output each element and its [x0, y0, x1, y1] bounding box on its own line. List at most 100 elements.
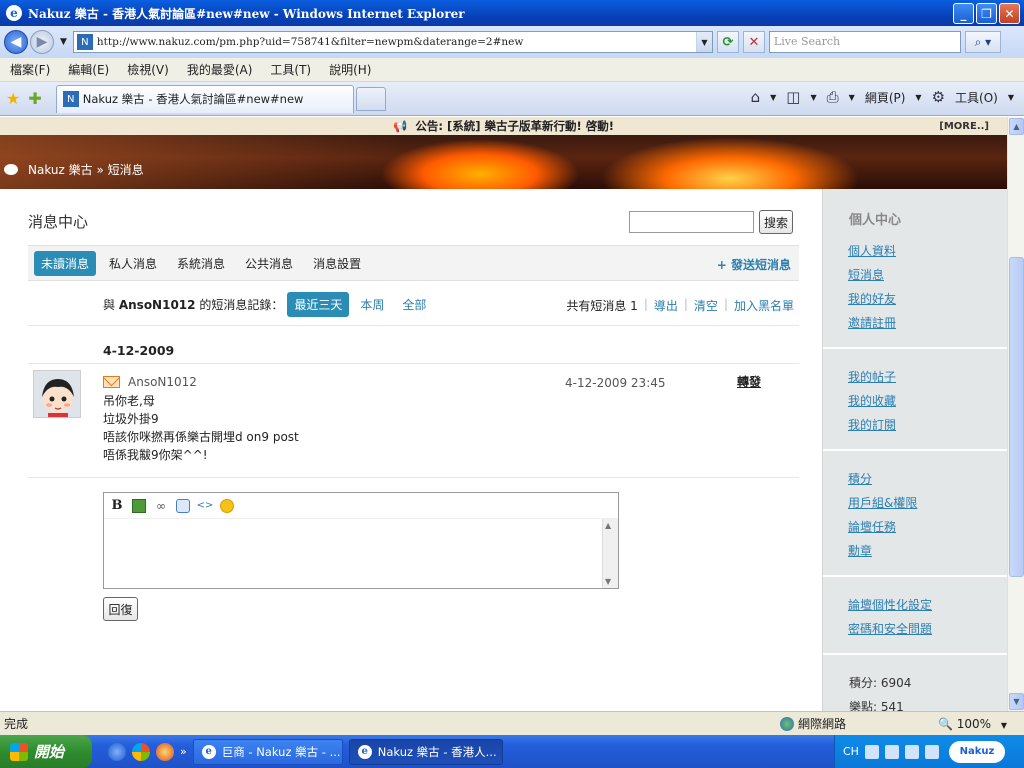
tray-arrow-icon[interactable] — [884, 744, 899, 759]
favorites-star-icon[interactable]: ★ — [6, 89, 20, 108]
page-scrollbar[interactable]: ▲ ▼ — [1007, 117, 1024, 711]
range-all[interactable]: 全部 — [395, 292, 433, 317]
message-sender: AnsoN1012 — [103, 375, 197, 389]
app-quicklaunch-icon[interactable] — [156, 742, 174, 761]
address-field[interactable]: N http://www.nakuz.com/pm.php?uid=758741… — [72, 31, 713, 53]
sidebar-item-personalize[interactable]: 論壇個性化設定 — [848, 596, 932, 613]
link-icon[interactable]: ∞ — [154, 499, 168, 513]
ie-quicklaunch-icon[interactable] — [108, 742, 126, 761]
quote-icon[interactable] — [176, 498, 190, 513]
sidebar-item-profile[interactable]: 個人資料 — [848, 242, 896, 259]
tab-system[interactable]: 系統消息 — [170, 251, 232, 276]
scroll-down-icon[interactable]: ▼ — [605, 577, 611, 586]
home-icon[interactable]: ⌂ — [751, 88, 761, 106]
forward-button[interactable]: ▶ — [30, 30, 54, 54]
start-label: 開始 — [34, 743, 65, 761]
menu-edit[interactable]: 編輯(E) — [68, 61, 109, 78]
refresh-button[interactable]: ⟳ — [716, 31, 739, 53]
smiley-icon[interactable] — [220, 498, 234, 513]
home-dropdown-icon[interactable]: ▼ — [770, 93, 776, 102]
search-go-button[interactable]: ⌕ ▾ — [964, 31, 1001, 53]
editor-scrollbar[interactable]: ▲ ▼ — [602, 519, 618, 588]
sidebar-item-usergroup[interactable]: 用戶組&權限 — [848, 494, 917, 511]
start-button[interactable]: 開始 — [0, 735, 92, 768]
tab-unread[interactable]: 未讀消息 — [34, 250, 97, 276]
keyboard-icon[interactable] — [864, 744, 879, 759]
tab-nakuz[interactable]: N Nakuz 樂古 - 香港人氣討論區#new#new — [55, 84, 354, 113]
restore-button[interactable]: ❐ — [976, 3, 997, 24]
range-this-week[interactable]: 本周 — [353, 292, 391, 317]
sidebar-item-medals[interactable]: 勳章 — [848, 542, 872, 559]
tools-dropdown-icon[interactable]: ▼ — [1008, 93, 1014, 102]
page-menu[interactable]: 網頁(P) — [865, 89, 906, 106]
code-icon[interactable]: <> — [197, 499, 214, 513]
gear-icon[interactable]: ⚙ — [932, 88, 945, 106]
pm-search-button[interactable]: 搜索 — [759, 210, 793, 234]
feeds-icon[interactable]: ◫ — [786, 88, 800, 106]
scroll-up-icon[interactable]: ▲ — [1009, 118, 1024, 135]
taskbar-item-2[interactable]: e Nakuz 樂古 - 香港人... — [348, 738, 503, 765]
tab-private[interactable]: 私人消息 — [102, 251, 164, 276]
menu-tools[interactable]: 工具(T) — [270, 61, 311, 78]
stop-button[interactable]: ✕ — [742, 31, 765, 53]
reply-textarea[interactable] — [104, 519, 602, 588]
insert-image-icon[interactable] — [132, 498, 146, 513]
windows-quicklaunch-icon[interactable] — [132, 742, 150, 761]
tab-public[interactable]: 公共消息 — [238, 251, 300, 276]
address-dropdown-icon[interactable]: ▼ — [695, 32, 712, 52]
announcement-more-link[interactable]: [MORE..] — [939, 121, 989, 132]
sidebar-item-my-posts[interactable]: 我的帖子 — [848, 368, 896, 385]
menu-file[interactable]: 檔案(F) — [10, 61, 50, 78]
scroll-thumb[interactable] — [1009, 257, 1024, 577]
zoom-level[interactable]: 100% — [957, 717, 991, 731]
send-pm-link[interactable]: + 發送短消息 — [717, 256, 791, 273]
zoom-dropdown-icon[interactable]: ▼ — [1001, 721, 1007, 730]
new-tab-button[interactable] — [355, 86, 386, 111]
blacklist-link[interactable]: 加入黑名單 — [734, 297, 794, 314]
sidebar-item-pm[interactable]: 短消息 — [848, 266, 884, 283]
tab-title: Nakuz 樂古 - 香港人氣討論區#new#new — [82, 92, 304, 106]
breadcrumb-text[interactable]: Nakuz 樂古 » 短消息 — [28, 161, 144, 178]
language-indicator[interactable]: CH — [843, 745, 859, 758]
avatar[interactable] — [33, 370, 81, 418]
back-button[interactable]: ◀ — [4, 30, 28, 54]
reply-button[interactable]: 回復 — [103, 597, 138, 621]
forward-link[interactable]: 轉發 — [737, 373, 761, 390]
announcement-text[interactable]: 公告: [系統] 樂古子版革新行動! 啓動! — [415, 118, 614, 134]
quicklaunch-more-icon[interactable]: » — [180, 745, 187, 758]
feeds-dropdown-icon[interactable]: ▼ — [810, 93, 816, 102]
tools-menu[interactable]: 工具(O) — [955, 89, 998, 106]
network-icon[interactable] — [924, 744, 939, 759]
print-dropdown-icon[interactable]: ▼ — [849, 93, 855, 102]
sidebar-item-security[interactable]: 密碼和安全問題 — [848, 620, 932, 637]
sidebar-item-subscriptions[interactable]: 我的訂閱 — [848, 416, 896, 433]
print-icon[interactable]: ⎙ — [827, 88, 839, 106]
taskbar-item-1[interactable]: e 巨商 - Nakuz 樂古 - ... — [192, 738, 343, 765]
range-recent-three-days[interactable]: 最近三天 — [287, 292, 350, 317]
scroll-up-icon[interactable]: ▲ — [605, 521, 611, 530]
menu-view[interactable]: 檢視(V) — [127, 61, 169, 78]
close-button[interactable]: ✕ — [999, 3, 1020, 24]
sender-name[interactable]: AnsoN1012 — [128, 375, 197, 389]
clear-link[interactable]: 清空 — [694, 297, 718, 314]
sidebar-item-points[interactable]: 積分 — [848, 470, 872, 487]
pm-search-input[interactable] — [629, 211, 754, 233]
sidebar-item-tasks[interactable]: 論壇任務 — [848, 518, 896, 535]
tab-settings[interactable]: 消息設置 — [306, 251, 368, 276]
scroll-down-icon[interactable]: ▼ — [1009, 693, 1024, 710]
zoom-control[interactable]: 🔍 100% ▼ — [938, 717, 1007, 731]
shield-icon[interactable] — [904, 744, 919, 759]
add-favorite-icon[interactable]: ✚ — [28, 89, 41, 108]
bold-icon[interactable]: B — [110, 498, 124, 513]
export-link[interactable]: 導出 — [654, 297, 678, 314]
page-dropdown-icon[interactable]: ▼ — [915, 93, 921, 102]
menu-favorites[interactable]: 我的最愛(A) — [187, 61, 253, 78]
sidebar-item-favorites[interactable]: 我的收藏 — [848, 392, 896, 409]
live-search-input[interactable]: Live Search — [768, 31, 961, 53]
minimize-button[interactable]: _ — [953, 3, 974, 24]
menu-help[interactable]: 說明(H) — [329, 61, 371, 78]
address-url[interactable]: http://www.nakuz.com/pm.php?uid=758741&f… — [97, 36, 696, 48]
sidebar-item-invite[interactable]: 邀請註冊 — [848, 314, 896, 331]
history-dropdown-icon[interactable]: ▼ — [60, 37, 67, 47]
sidebar-item-friends[interactable]: 我的好友 — [848, 290, 896, 307]
